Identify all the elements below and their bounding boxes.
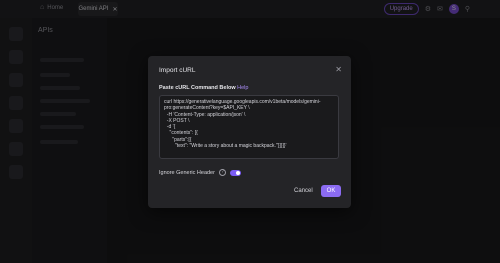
ignore-header-toggle[interactable] <box>229 169 241 176</box>
import-curl-dialog: Import cURL ✕ Paste cURL Command Below H… <box>148 56 351 208</box>
curl-command-input[interactable]: curl https://generativelanguage.googleap… <box>159 95 339 159</box>
help-link[interactable]: Help <box>237 85 248 91</box>
ok-button[interactable]: OK <box>321 185 341 197</box>
paste-label: Paste cURL Command Below Help <box>159 85 248 91</box>
toggle-label: Ignore Generic Header <box>159 169 215 176</box>
help-icon[interactable]: ? <box>218 169 226 176</box>
paste-label-text: Paste cURL Command Below <box>159 85 236 91</box>
cancel-button[interactable]: Cancel <box>294 188 313 194</box>
close-icon[interactable]: ✕ <box>335 65 342 74</box>
dialog-title: Import cURL <box>159 67 196 74</box>
code-line: "text": "Write a story about a magic bac… <box>164 143 287 150</box>
ignore-header-row: Ignore Generic Header ? <box>159 169 241 176</box>
